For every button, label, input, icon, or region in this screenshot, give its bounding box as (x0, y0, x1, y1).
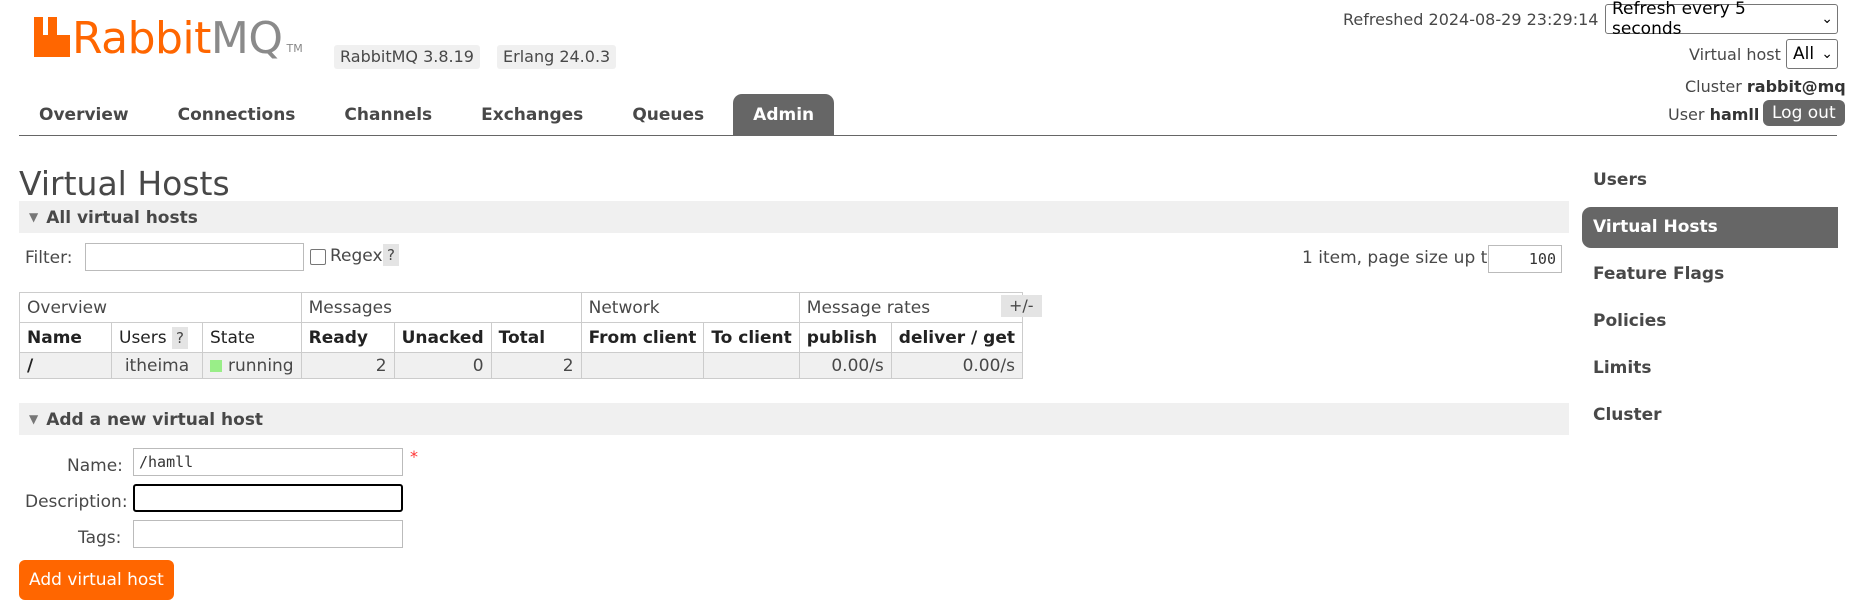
tab-exchanges[interactable]: Exchanges (461, 94, 603, 135)
sidenav-item-cluster[interactable]: Cluster (1582, 395, 1838, 436)
vhost-state-label: running (228, 355, 294, 376)
virtual-host-select[interactable]: All ⌄ (1786, 39, 1838, 69)
sidenav-item-virtual-hosts[interactable]: Virtual Hosts (1582, 207, 1838, 248)
page-title: Virtual Hosts (19, 164, 230, 203)
filter-label: Filter: (25, 248, 73, 268)
column-header-publish[interactable]: publish (798, 322, 892, 353)
column-header-unacked[interactable]: Unacked (393, 322, 492, 353)
rabbitmq-version-badge: RabbitMQ 3.8.19 (334, 45, 480, 69)
logout-button[interactable]: Log out (1763, 100, 1845, 126)
vhost-publish-rate: 0.00/s (798, 352, 892, 379)
vhost-from-client (580, 352, 705, 379)
virtual-hosts-table: Overview Messages Network Message rates … (19, 292, 1024, 379)
vhost-description-input[interactable] (133, 484, 403, 512)
column-header-state[interactable]: State (202, 322, 302, 353)
users-help-button[interactable]: ? (172, 326, 188, 349)
add-vhost-section-title: Add a new virtual host (46, 410, 264, 430)
user-label: User (1668, 105, 1705, 124)
sidenav-item-users[interactable]: Users (1582, 160, 1838, 201)
column-header-ready[interactable]: Ready (300, 322, 395, 353)
name-label: Name: (67, 456, 123, 476)
virtual-host-value: All (1793, 44, 1815, 64)
tab-connections[interactable]: Connections (158, 94, 316, 135)
group-header-message-rates: Message rates (798, 292, 1024, 323)
collapse-triangle-icon: ▼ (29, 412, 39, 426)
regex-checkbox[interactable] (310, 249, 326, 265)
regex-help-button[interactable]: ? (383, 244, 399, 266)
sidenav-item-limits[interactable]: Limits (1582, 348, 1838, 389)
add-virtual-host-button[interactable]: Add virtual host (19, 560, 174, 600)
admin-sidenav: Users Virtual Hosts Feature Flags Polici… (1582, 160, 1838, 442)
filter-input[interactable] (85, 243, 304, 271)
cluster-info: Cluster rabbit@mq (1685, 77, 1846, 96)
trademark: TM (286, 42, 303, 55)
group-header-network: Network (580, 292, 800, 323)
tab-admin[interactable]: Admin (733, 94, 835, 135)
rabbitmq-logo: RabbitMQ TM (34, 17, 303, 61)
tabs-divider (19, 135, 1837, 136)
erlang-version-badge: Erlang 24.0.3 (497, 45, 617, 69)
tags-label: Tags: (78, 528, 122, 548)
column-header-name[interactable]: Name (19, 322, 112, 353)
group-header-messages: Messages (300, 292, 582, 323)
sidenav-item-feature-flags[interactable]: Feature Flags (1582, 254, 1838, 295)
add-vhost-section-toggle[interactable]: ▼ Add a new virtual host (19, 403, 1569, 435)
paging-text: 1 item, page size up to (1302, 248, 1498, 268)
chevron-down-icon: ⌄ (1821, 11, 1833, 27)
cluster-name: rabbit@mq (1746, 77, 1846, 96)
column-header-to-client[interactable]: To client (703, 322, 800, 353)
cluster-label: Cluster (1685, 77, 1742, 96)
tab-queues[interactable]: Queues (612, 94, 724, 135)
columns-toggle-button[interactable]: +/- (1001, 295, 1042, 317)
sidenav-item-policies[interactable]: Policies (1582, 301, 1838, 342)
vhost-ready: 2 (300, 352, 395, 379)
state-running-indicator (210, 359, 222, 372)
description-label: Description: (25, 492, 128, 512)
group-header-overview: Overview (19, 292, 302, 323)
chevron-down-icon: ⌄ (1821, 46, 1833, 62)
column-header-users[interactable]: Users ? (111, 322, 203, 353)
column-header-users-label: Users (119, 327, 167, 348)
main-tabs: Overview Connections Channels Exchanges … (19, 94, 843, 135)
vhost-users: itheima (111, 352, 203, 379)
vhost-total: 2 (490, 352, 582, 379)
tab-overview[interactable]: Overview (19, 94, 149, 135)
column-header-total[interactable]: Total (490, 322, 582, 353)
rabbit-icon (34, 17, 70, 57)
vhost-tags-input[interactable] (133, 520, 403, 548)
table-row: / itheima running 2 0 2 0.00/s 0.00/s (19, 352, 1024, 379)
user-name: hamll (1709, 105, 1760, 124)
user-info: User hamll (1668, 105, 1759, 124)
group-header-row: Overview Messages Network Message rates (19, 292, 1024, 323)
refresh-interval-value: Refresh every 5 seconds (1612, 0, 1746, 39)
column-header-deliver-get[interactable]: deliver / get (890, 322, 1024, 353)
vhost-name-link[interactable]: / (19, 352, 112, 379)
column-header-row: Name Users ? State Ready Unacked Total F… (19, 322, 1024, 353)
logo-wordmark: RabbitMQ (72, 13, 283, 64)
refresh-interval-select[interactable]: Refresh every 5 seconds ⌄ (1605, 0, 1838, 39)
vhost-to-client (703, 352, 800, 379)
tab-channels[interactable]: Channels (324, 94, 452, 135)
all-vhosts-section-title: All virtual hosts (46, 208, 198, 228)
collapse-triangle-icon: ▼ (29, 210, 39, 224)
vhost-deliver-get-rate: 0.00/s (890, 352, 1024, 379)
virtual-host-label: Virtual host (1689, 45, 1781, 64)
vhost-name-input[interactable] (133, 448, 403, 476)
refreshed-timestamp: Refreshed 2024-08-29 23:29:14 (1343, 10, 1599, 29)
vhost-state: running (202, 352, 302, 379)
column-header-from-client[interactable]: From client (580, 322, 705, 353)
page-size-input[interactable] (1488, 245, 1562, 273)
vhost-unacked: 0 (393, 352, 492, 379)
required-asterisk: * (410, 447, 418, 466)
all-vhosts-section-toggle[interactable]: ▼ All virtual hosts (19, 201, 1569, 233)
regex-label: Regex (330, 246, 383, 266)
